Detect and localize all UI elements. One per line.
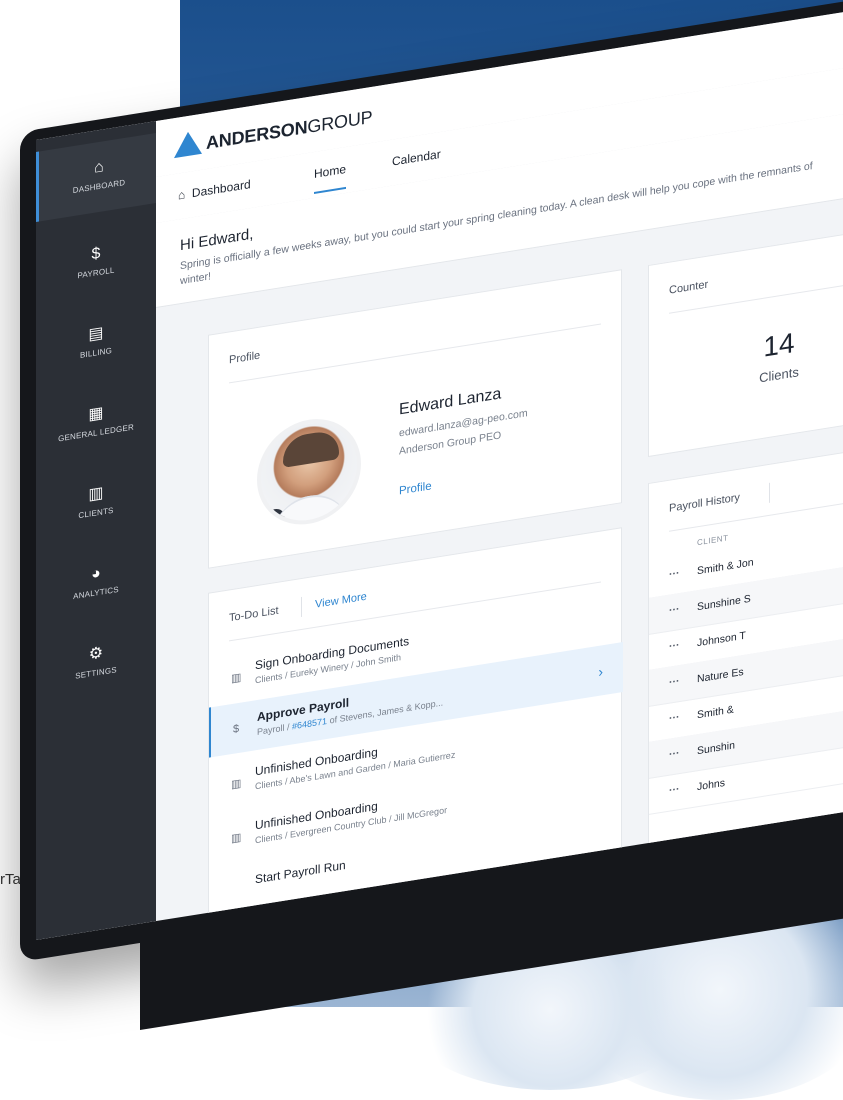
payroll-history-card: Payroll History CLIENT ··· Smith & Jon ··… [648, 441, 843, 866]
laptop-device: ⌂ Dashboard $ Payroll ▤ Billing ▦ Genera… [0, 0, 843, 1030]
sidebar-item-analytics[interactable]: ◕ Analytics [36, 541, 156, 630]
building-icon: ▥ [231, 671, 242, 686]
sidebar-item-label: Billing [79, 345, 113, 361]
sidebar-item-label: Payroll [77, 265, 115, 281]
sidebar-item-settings[interactable]: ⚙ Settings [36, 621, 156, 710]
counter-card: Counter 14 Clients [648, 223, 843, 458]
avatar-shirt [271, 489, 349, 532]
sidebar-item-label: Analytics [73, 584, 119, 602]
avatar [257, 411, 361, 532]
card-title: Profile [229, 349, 261, 367]
sidebar: ⌂ Dashboard $ Payroll ▤ Billing ▦ Genera… [36, 120, 159, 940]
avatar-hair [283, 429, 339, 468]
building-icon: ▥ [231, 777, 242, 792]
todo-title: To-Do List [229, 604, 279, 625]
payroll-history-title: Payroll History [669, 491, 740, 515]
client-name: Sunshin [697, 739, 735, 758]
logo-triangle-icon [174, 129, 202, 159]
more-icon[interactable]: ··· [669, 747, 680, 761]
client-name: Johnson T [697, 629, 746, 650]
todo-sub-prefix: Payroll / [257, 721, 293, 737]
sidebar-item-label: Settings [75, 665, 117, 681]
sidebar-item-general-ledger[interactable]: ▦ General Ledger [36, 381, 156, 470]
profile-link[interactable]: Profile [399, 480, 432, 497]
profile-card: Profile Edward Lanza edward.lanza@ag-peo… [208, 269, 622, 569]
divider [229, 323, 601, 384]
more-icon[interactable]: ··· [669, 783, 680, 797]
sidebar-item-label: Clients [78, 505, 114, 521]
brand-name-rest: GROUP [307, 106, 373, 138]
sidebar-item-payroll[interactable]: $ Payroll [36, 221, 156, 310]
chevron-right-icon[interactable]: › [598, 663, 603, 680]
sidebar-item-dashboard[interactable]: ⌂ Dashboard [36, 132, 159, 222]
home-icon: ⌂ [178, 187, 186, 203]
more-icon[interactable]: ··· [669, 675, 680, 689]
client-name: Johns [697, 776, 726, 794]
client-name: Smith & Jon [697, 556, 754, 578]
client-name: Sunshine S [697, 592, 751, 614]
tab-home[interactable]: Home [314, 161, 347, 194]
breadcrumb-label: Dashboard [191, 177, 251, 201]
payroll-id-link[interactable]: #648571 [292, 716, 327, 732]
divider [769, 482, 770, 503]
sidebar-item-billing[interactable]: ▤ Billing [36, 301, 156, 390]
column-header-client: CLIENT [697, 533, 729, 548]
todo-item-title: Start Payroll Run [255, 857, 346, 887]
more-icon[interactable]: ··· [669, 711, 680, 725]
view-more-link[interactable]: View More [315, 591, 367, 611]
sidebar-item-clients[interactable]: ▥ Clients [36, 461, 156, 550]
brand-name-bold: ANDERSON [206, 117, 308, 154]
card-title: Counter [669, 278, 709, 297]
divider [301, 596, 302, 618]
more-icon[interactable]: ··· [669, 603, 680, 617]
client-name: Nature Es [697, 665, 744, 686]
app-screen: ⌂ Dashboard $ Payroll ▤ Billing ▦ Genera… [36, 3, 843, 941]
dollar-icon: $ [233, 722, 240, 736]
breadcrumb[interactable]: ⌂ Dashboard [178, 177, 251, 203]
client-name: Smith & [697, 703, 734, 722]
tab-calendar[interactable]: Calendar [392, 147, 441, 169]
building-icon: ▥ [231, 831, 242, 846]
more-icon[interactable]: ··· [669, 639, 680, 653]
more-icon[interactable]: ··· [669, 567, 680, 581]
